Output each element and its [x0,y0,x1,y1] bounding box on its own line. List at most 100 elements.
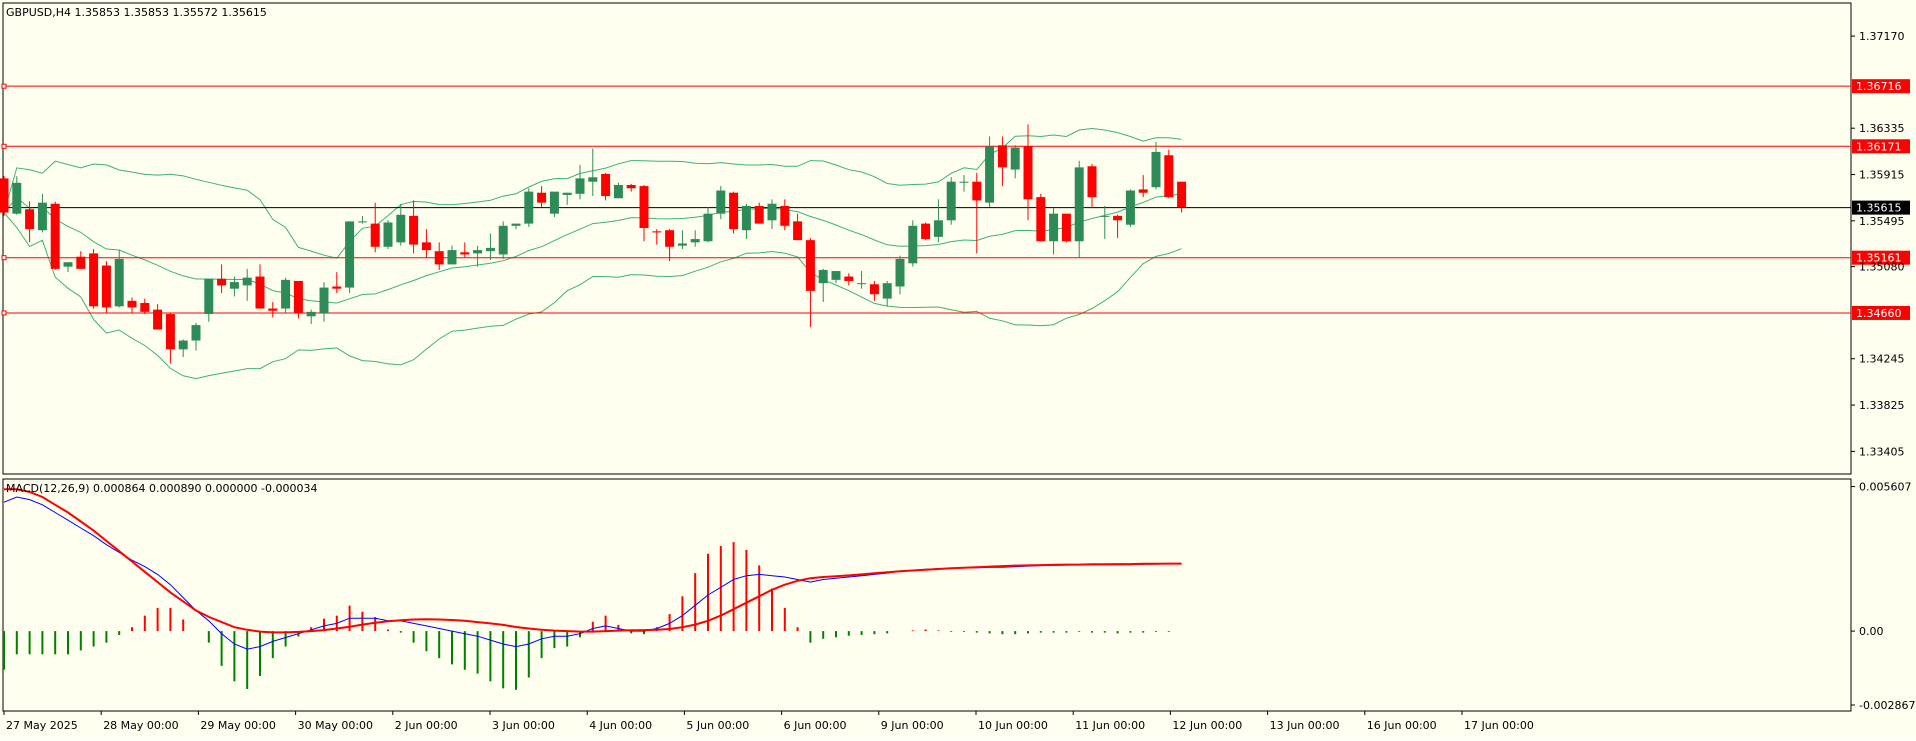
candle [613,182,623,199]
candle-body [485,247,495,252]
candle-body [716,190,726,214]
price-tick-label: 1.35495 [1859,215,1905,228]
macd-tick-label: 0.00 [1859,625,1884,638]
level-price-label: 1.34660 [1856,307,1902,320]
macd-plot-area [2,478,1852,712]
candle-body [409,215,419,245]
level-handle [1,143,7,149]
candle-body [178,340,188,350]
candle-body [869,284,879,295]
price-tick-label: 1.35080 [1859,261,1905,274]
candle-body [165,314,175,350]
candle-body [50,203,60,269]
level-price-label: 1.36716 [1856,80,1902,93]
candle-body [140,303,150,312]
candle-body [1010,147,1020,170]
candle-body [767,203,777,221]
level-handle [1,310,7,316]
candle-body [357,221,367,223]
trading-chart-window: 1.36716 1.36171 1.35161 1.34660 1.35615 1.371… [0,0,1916,737]
candle [101,261,111,313]
candle [0,176,9,216]
time-tick-label: 17 Jun 00:00 [1464,719,1534,732]
candle-body [831,271,841,280]
time-tick-label: 30 May 00:00 [298,719,373,732]
candle-body [1100,215,1110,217]
candle [524,188,534,227]
candle [345,221,355,294]
candle-body [1036,197,1046,242]
time-tick-label: 11 Jun 00:00 [1075,719,1145,732]
candle-body [306,311,316,317]
candle-body [1138,189,1148,193]
candle-body [434,251,444,265]
candle-body [921,223,931,240]
candle-body [729,192,739,230]
candle-body [844,276,854,281]
candle-body [12,182,22,214]
candle-body [997,145,1007,168]
candle-body [0,178,9,213]
candle-body [447,250,457,265]
candle-body [665,230,675,247]
candle-body [805,240,815,291]
candle-body [562,192,572,195]
time-tick-label: 12 Jun 00:00 [1172,719,1242,732]
candle [1036,193,1046,242]
candle-body [101,265,111,308]
candle [50,201,60,270]
time-tick-label: 4 Jun 00:00 [589,719,652,732]
candle-body [1113,215,1123,221]
candle-body [1061,213,1071,242]
price-tick-label: 1.35915 [1859,169,1905,182]
candle [549,191,559,217]
candle-body [255,276,265,309]
price-tick-label: 1.33405 [1859,445,1905,458]
candle-body [652,231,662,233]
time-tick-label: 16 Jun 00:00 [1367,719,1437,732]
macd-tick-label: 0.005607 [1859,481,1912,494]
candle [946,177,956,225]
candle-body [127,300,137,308]
candle-body [319,287,329,313]
chart-header: GBPUSD,H4 1.35853 1.35853 1.35572 1.3561… [6,6,267,19]
candle-body [498,225,508,255]
candle [281,277,291,313]
candle-body [332,286,342,289]
candle-body [613,185,623,199]
candle-body [396,214,406,243]
candle-body [191,325,201,341]
candle-body [217,278,227,286]
price-tick-label: 1.33825 [1859,399,1905,412]
candle-body [1177,181,1187,208]
candle [921,222,931,241]
candle-body [1023,146,1033,200]
level-price-label: 1.36171 [1856,140,1902,153]
candle-body [511,223,521,226]
candle-body [780,205,790,226]
macd-header: MACD(12,26,9) 0.000864 0.000890 0.000000… [6,482,317,495]
candle-body [229,282,239,289]
candle-body [895,258,905,287]
candle-body [370,223,380,247]
price-scale: 1.367161.361711.351611.346601.356151.371… [1851,30,1910,458]
candle-body [754,205,764,224]
candle-body [908,225,918,264]
candle-body [537,192,547,203]
chart-canvas[interactable]: 1.367161.361711.351611.346601.356151.371… [0,0,1916,737]
candle-body [575,178,585,194]
candle-body [268,308,278,311]
time-tick-label: 29 May 00:00 [200,719,275,732]
candle [1061,213,1071,243]
candle-body [383,222,393,247]
candle-body [25,209,35,230]
candle [908,220,918,267]
candle-body [421,242,431,251]
candle-body [37,202,47,231]
candle-body [153,309,163,330]
candle-body [741,205,751,231]
candle [89,248,99,309]
macd-tick-label: -0.002867 [1859,699,1915,712]
candle-body [460,252,470,255]
candle-body [242,277,252,286]
